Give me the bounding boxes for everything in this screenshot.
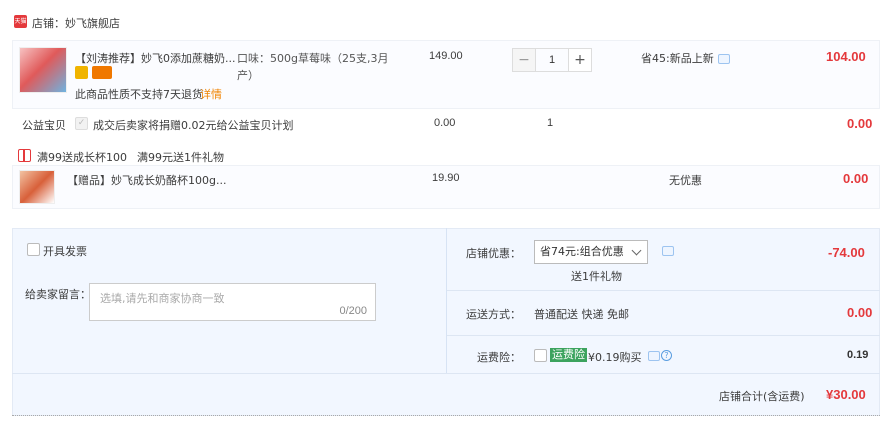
divider bbox=[12, 373, 880, 374]
insurance-price: ¥0.19购买 bbox=[588, 351, 642, 364]
shop-discount-select[interactable]: 省74元:组合优惠 bbox=[534, 240, 648, 264]
charity-subtotal: 0.00 bbox=[847, 116, 873, 131]
product-thumbnail[interactable] bbox=[19, 47, 67, 93]
card-icon bbox=[92, 66, 112, 79]
help-icon[interactable]: ? bbox=[661, 350, 672, 361]
detail-link[interactable]: 详情 bbox=[200, 86, 222, 102]
product-spec: 口味：500g草莓味（25支,3月 bbox=[237, 52, 389, 65]
total-amount: ¥30.00 bbox=[826, 387, 866, 402]
charity-quantity: 1 bbox=[547, 117, 554, 129]
service-icon bbox=[75, 66, 88, 79]
gift-icon bbox=[18, 149, 31, 162]
invoice-label[interactable]: 开具发票 bbox=[43, 243, 87, 259]
chat-icon[interactable] bbox=[718, 54, 730, 64]
shipping-label: 运送方式： bbox=[466, 308, 521, 321]
charity-checkbox[interactable]: ✓ bbox=[75, 117, 88, 130]
message-count: 0/200 bbox=[339, 305, 367, 317]
message-label: 给卖家留言： bbox=[25, 288, 91, 301]
product-spec-cont: 产） bbox=[237, 69, 259, 82]
shipping-amount: 0.00 bbox=[847, 305, 873, 320]
product-price: 149.00 bbox=[429, 50, 463, 62]
shop-discount-value: 省74元:组合优惠 bbox=[540, 245, 624, 258]
gift-promo-2: 满99元送1件礼物 bbox=[137, 151, 224, 164]
product-subtotal: 104.00 bbox=[826, 49, 866, 64]
charity-text: 成交后卖家将捐赠0.02元给公益宝贝计划 bbox=[93, 119, 294, 132]
gift-subtotal: 0.00 bbox=[843, 171, 869, 186]
shop-discount-label: 店铺优惠： bbox=[466, 247, 521, 260]
minus-button[interactable]: − bbox=[512, 48, 536, 72]
chat-icon[interactable] bbox=[648, 351, 660, 361]
divider bbox=[447, 290, 880, 291]
shipping-value: 普通配送 快递 免邮 bbox=[534, 308, 629, 321]
total-label: 店铺合计(含运费) bbox=[719, 390, 805, 403]
gift-discount: 无优惠 bbox=[669, 174, 702, 187]
message-placeholder: 选填,请先和商家协商一致 bbox=[100, 292, 225, 305]
message-input[interactable]: 选填,请先和商家协商一致 0/200 bbox=[89, 283, 376, 321]
bottom-dotted-divider bbox=[12, 415, 880, 416]
quantity-input[interactable]: 1 bbox=[536, 48, 568, 72]
insurance-amount: 0.19 bbox=[847, 349, 869, 361]
gift-price: 19.90 bbox=[432, 172, 460, 184]
gift-thumbnail[interactable] bbox=[19, 170, 55, 204]
insurance-tag: 运费险 bbox=[550, 348, 587, 362]
chevron-down-icon bbox=[631, 245, 642, 256]
gift-promo-1: 满99送成长杯100 bbox=[37, 151, 127, 164]
divider bbox=[447, 335, 880, 336]
charity-price: 0.00 bbox=[434, 117, 456, 129]
shop-discount-note: 送1件礼物 bbox=[571, 270, 622, 283]
product-title[interactable]: 【刘涛推荐】妙飞0添加蔗糖奶... bbox=[75, 50, 236, 66]
shop-discount-amount: -74.00 bbox=[828, 245, 865, 260]
plus-button[interactable]: + bbox=[568, 48, 592, 72]
panel-divider bbox=[446, 228, 447, 373]
quantity-stepper: − 1 + bbox=[512, 48, 592, 72]
invoice-checkbox[interactable] bbox=[27, 243, 40, 256]
shop-name[interactable]: 店铺：妙飞旗舰店 bbox=[32, 15, 120, 31]
charity-label: 公益宝贝 bbox=[22, 119, 66, 132]
gift-title[interactable]: 【赠品】妙飞成长奶酪杯100g... bbox=[67, 172, 226, 188]
insurance-label: 运费险： bbox=[477, 351, 521, 364]
tmall-badge: 天猫 bbox=[14, 15, 27, 28]
insurance-checkbox[interactable] bbox=[534, 349, 547, 362]
promo-label: 省45:新品上新 bbox=[641, 52, 714, 65]
no-return-note: 此商品性质不支持7天退货 bbox=[75, 88, 203, 101]
chat-icon[interactable] bbox=[662, 246, 674, 256]
